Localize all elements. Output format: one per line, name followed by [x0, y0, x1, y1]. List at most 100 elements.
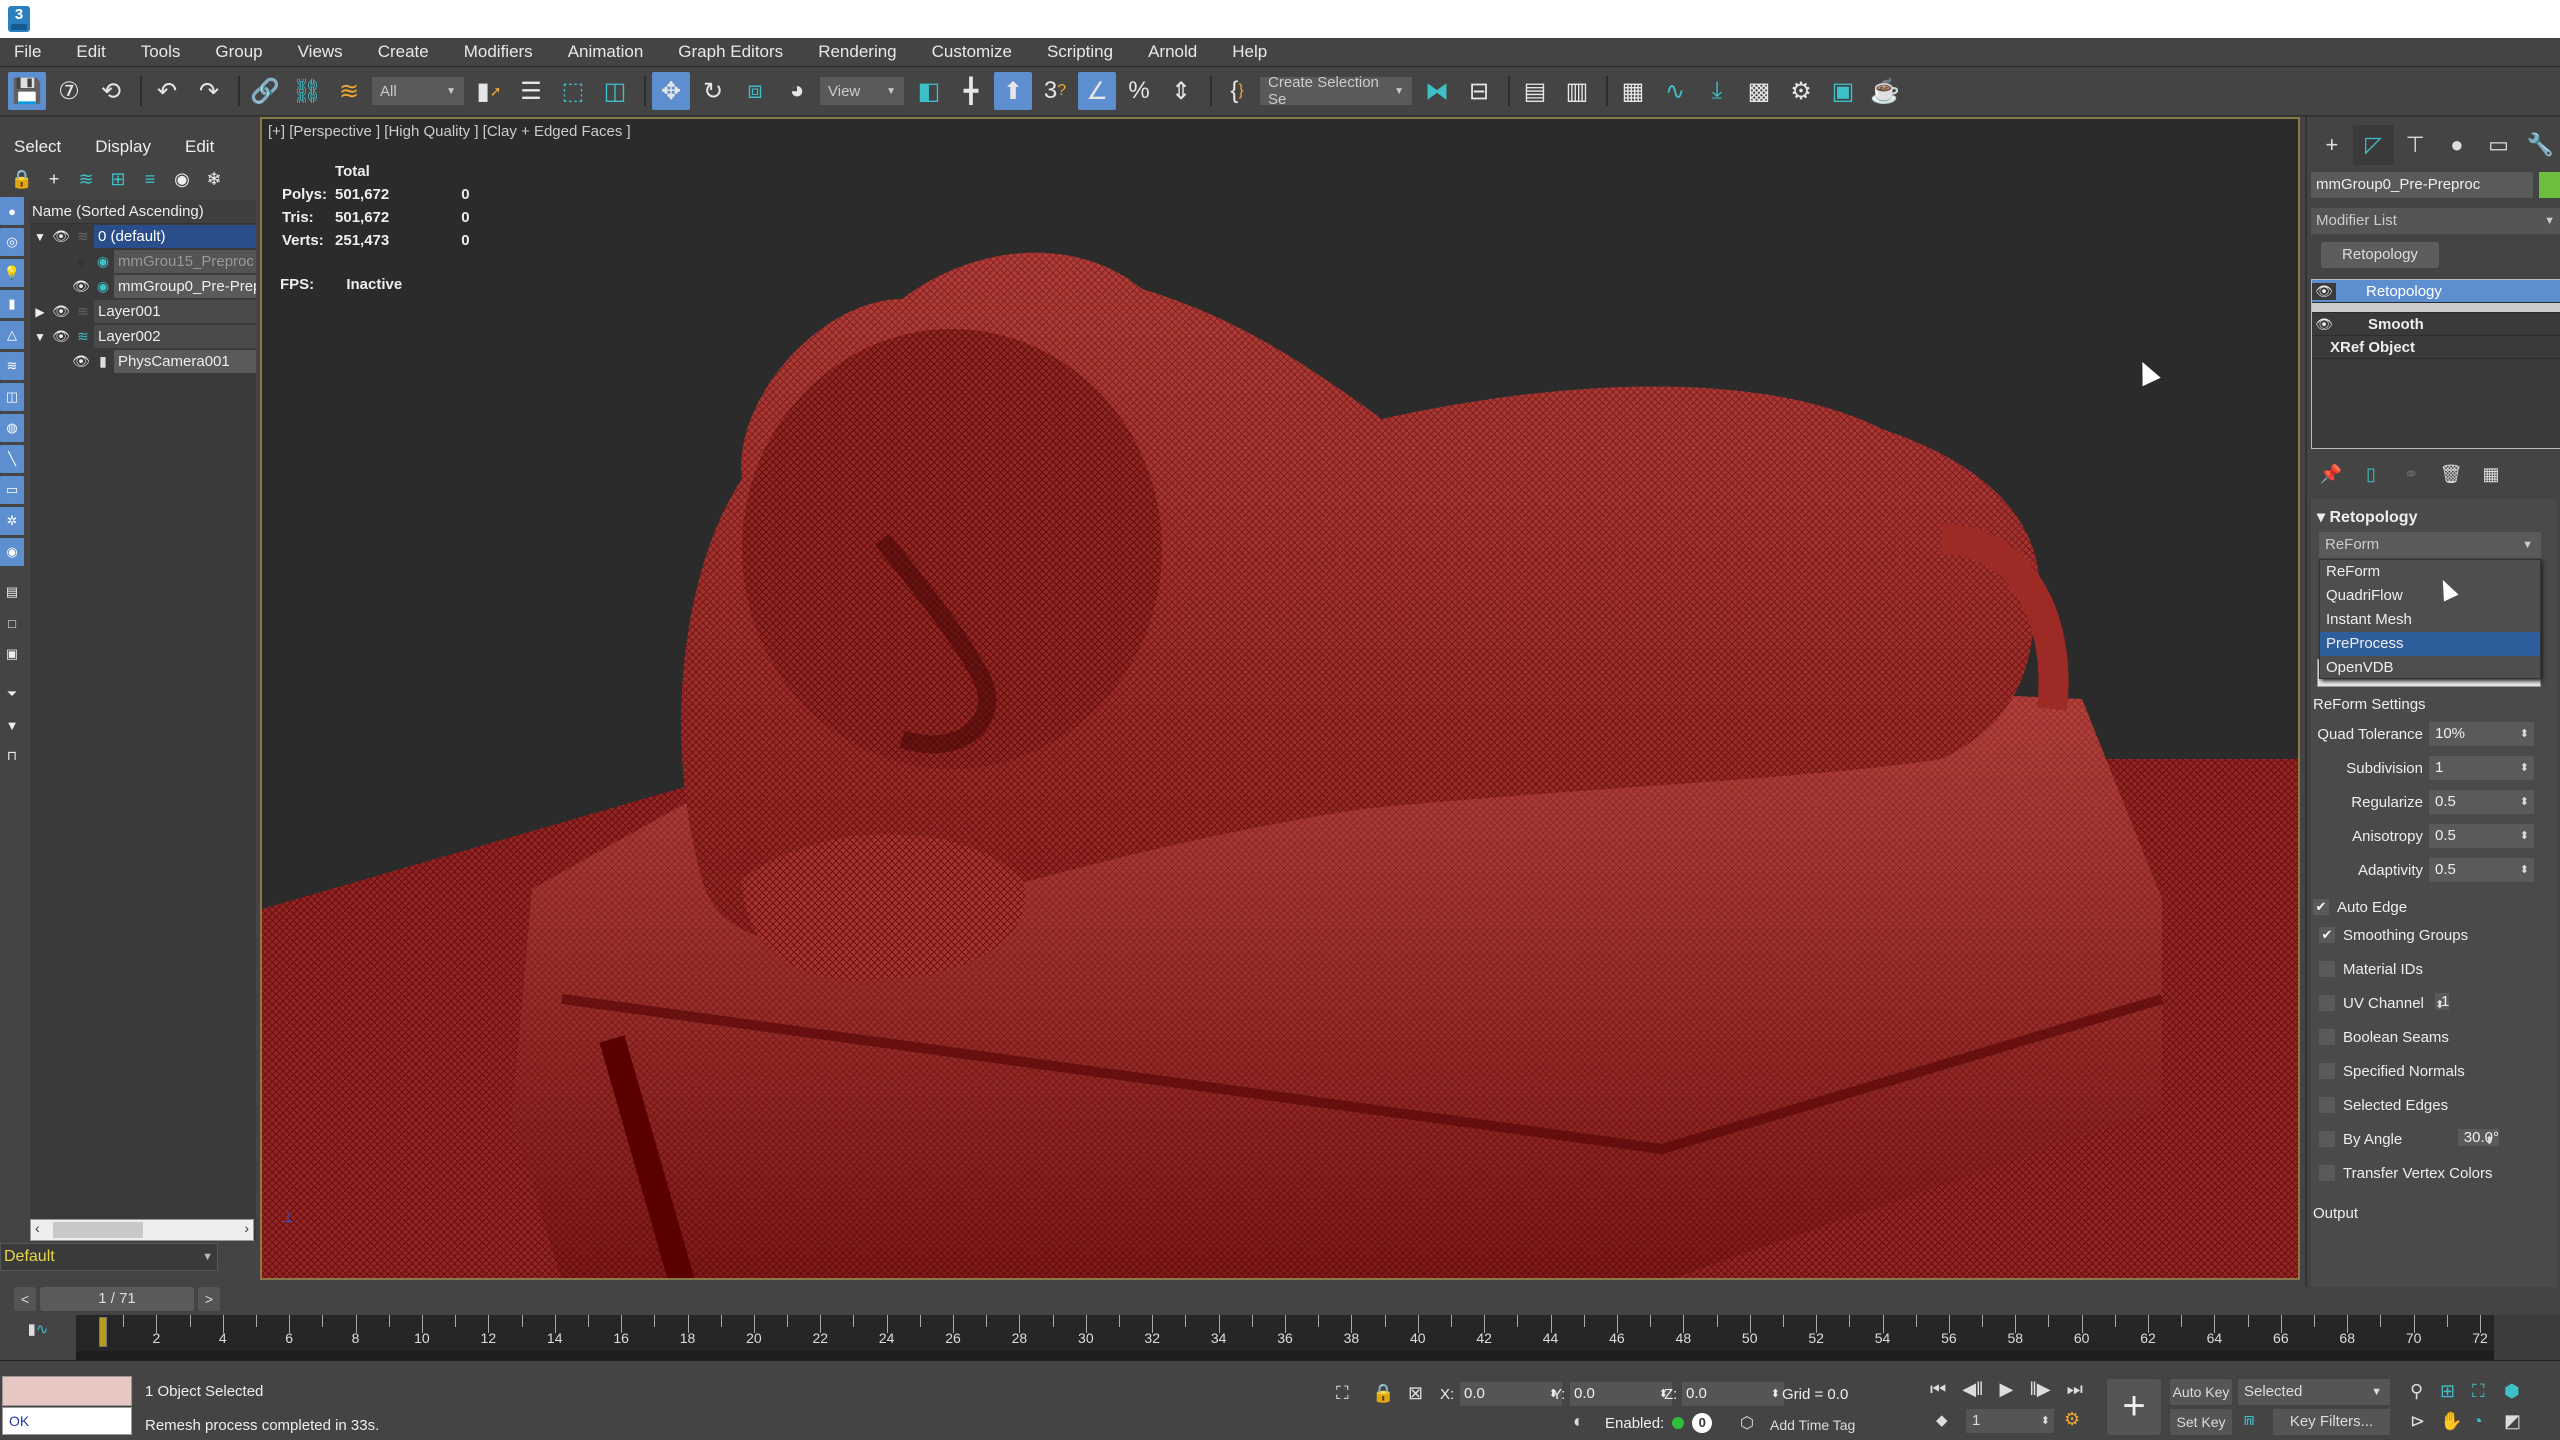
- hierarchy-tab-icon[interactable]: ⊤: [2394, 125, 2436, 165]
- goto-end-icon[interactable]: ⏭: [2067, 1379, 2083, 1400]
- checkbox-checked-icon[interactable]: ✔: [2319, 927, 2335, 943]
- dropdown-option-quadriflow[interactable]: QuadriFlow: [2320, 584, 2540, 608]
- stack-item-retopology[interactable]: 👁 Retopology: [2312, 280, 2560, 303]
- autobackup-icon[interactable]: ⟲: [92, 72, 130, 110]
- material-ids-checkbox[interactable]: Material IDs: [2319, 957, 2423, 981]
- time-slider-handle[interactable]: [99, 1317, 108, 1347]
- xrefs-filter-icon[interactable]: ◍: [0, 414, 24, 442]
- hide-layer-icon[interactable]: ◉: [166, 164, 198, 194]
- spinner-arrows-icon[interactable]: ⬍: [2485, 1129, 2494, 1153]
- helpers-filter-icon[interactable]: △: [0, 321, 24, 349]
- quad-tolerance-spinner[interactable]: 10% ⬍: [2429, 722, 2534, 746]
- explorer-tab-display[interactable]: Display: [95, 137, 151, 157]
- stack-item-xref-object[interactable]: XRef Object: [2312, 336, 2560, 359]
- percent-snap-icon[interactable]: %: [1120, 72, 1158, 110]
- retopology-quick-button[interactable]: Retopology: [2321, 242, 2439, 268]
- z-coordinate-field[interactable]: 0.0 ⬍: [1682, 1382, 1784, 1406]
- layer-dropdown[interactable]: Default ▼: [0, 1243, 218, 1271]
- containers-filter-icon[interactable]: ▭: [0, 476, 24, 504]
- orbit-icon[interactable]: ◔: [2472, 1411, 2483, 1432]
- pivot-icon[interactable]: ◧: [910, 72, 948, 110]
- undo-icon[interactable]: ↶: [148, 72, 186, 110]
- expand-toggle-icon[interactable]: ▶: [30, 305, 50, 319]
- regularize-spinner[interactable]: 0.5 ⬍: [2429, 790, 2534, 814]
- selected-edges-checkbox[interactable]: Selected Edges: [2319, 1093, 2448, 1117]
- menu-arnold[interactable]: Arnold: [1148, 42, 1197, 62]
- select-by-name-icon[interactable]: ☰: [512, 72, 550, 110]
- anisotropy-spinner[interactable]: 0.5 ⬍: [2429, 824, 2534, 848]
- adaptive-degradation-icon[interactable]: ◐: [1573, 1411, 1584, 1432]
- rect-region-icon[interactable]: ⬚: [554, 72, 592, 110]
- spinner-arrows-icon[interactable]: ⬍: [2041, 1409, 2050, 1433]
- scroll-left-icon[interactable]: ‹: [35, 1220, 40, 1236]
- tree-row-camera[interactable]: 👁 ▮ PhysCamera001: [30, 349, 256, 374]
- key-selection-set-dropdown[interactable]: Selected ▼: [2238, 1379, 2390, 1405]
- spinner-arrows-icon[interactable]: ⬍: [2435, 993, 2444, 1017]
- filter-settings-icon[interactable]: ⏷: [0, 680, 24, 708]
- prev-frame-button[interactable]: <: [14, 1287, 36, 1311]
- make-unique-icon[interactable]: ⚭: [2391, 464, 2431, 485]
- layer-explorer-icon[interactable]: ▥: [1558, 72, 1596, 110]
- maxscript-listener-output[interactable]: OK: [2, 1407, 132, 1435]
- menu-views[interactable]: Views: [298, 42, 343, 62]
- auto-edge-checkbox[interactable]: ✔ Auto Edge: [2313, 895, 2407, 919]
- explorer-tab-edit[interactable]: Edit: [185, 137, 214, 157]
- render-icon[interactable]: ☕: [1866, 72, 1904, 110]
- bind-spacewarp-icon[interactable]: ≋: [330, 72, 368, 110]
- material-editor-icon[interactable]: ▩: [1740, 72, 1778, 110]
- angle-snap-icon[interactable]: ∠: [1078, 72, 1116, 110]
- recent-icon[interactable]: ⑦: [50, 72, 88, 110]
- visibility-eye-icon[interactable]: 👁: [50, 303, 72, 320]
- coord-system-dropdown[interactable]: View ▼: [820, 77, 904, 105]
- key-filters-button[interactable]: Key Filters...: [2273, 1409, 2390, 1435]
- tree-row-object[interactable]: 👁 ◉ mmGroup0_Pre-Prep: [30, 274, 256, 299]
- menu-help[interactable]: Help: [1232, 42, 1267, 62]
- visibility-eye-icon[interactable]: 👁: [70, 278, 92, 295]
- rollout-title[interactable]: ▾ Retopology: [2317, 507, 2417, 527]
- time-configuration-icon[interactable]: ⚙: [2064, 1409, 2080, 1430]
- placement-icon[interactable]: ◕: [778, 72, 816, 110]
- redo-icon[interactable]: ↷: [190, 72, 228, 110]
- display-tab-icon[interactable]: ▭: [2478, 125, 2520, 165]
- method-dropdown[interactable]: ReForm ▼: [2319, 532, 2541, 558]
- frame-counter[interactable]: 1 / 71: [40, 1287, 194, 1311]
- spacewarps-filter-icon[interactable]: ≋: [0, 352, 24, 380]
- menu-rendering[interactable]: Rendering: [818, 42, 896, 62]
- modify-tab-icon[interactable]: ◸: [2352, 125, 2395, 165]
- menu-tools[interactable]: Tools: [141, 42, 181, 62]
- container-icon[interactable]: ⊓: [0, 742, 24, 770]
- maxscript-listener-input[interactable]: [2, 1376, 132, 1406]
- scene-explorer-icon[interactable]: ▤: [1516, 72, 1554, 110]
- scale-icon[interactable]: ⧈: [736, 72, 774, 110]
- layers-icon[interactable]: ≡: [134, 164, 166, 194]
- freeze-layer-icon[interactable]: ❄: [198, 164, 230, 194]
- spinner-arrows-icon[interactable]: ⬍: [2520, 722, 2529, 746]
- dropdown-option-reform[interactable]: ReForm: [2320, 560, 2540, 584]
- uv-channel-checkbox[interactable]: UV Channel: [2319, 991, 2424, 1015]
- menu-scripting[interactable]: Scripting: [1047, 42, 1113, 62]
- current-frame-field[interactable]: 1 ⬍: [1966, 1409, 2054, 1433]
- modifier-eye-icon[interactable]: 👁: [2312, 282, 2336, 300]
- rotate-icon[interactable]: ↻: [694, 72, 732, 110]
- time-tag-icon[interactable]: ⬡: [1740, 1413, 1754, 1433]
- x-coordinate-field[interactable]: 0.0 ⬍: [1460, 1382, 1562, 1406]
- pan-view-icon[interactable]: ✋: [2440, 1411, 2462, 1432]
- add-time-tag-button[interactable]: Add Time Tag: [1770, 1417, 1855, 1433]
- checkbox-icon[interactable]: [2319, 1165, 2335, 1181]
- align-icon[interactable]: ⊟: [1460, 72, 1498, 110]
- dropdown-option-openvdb[interactable]: OpenVDB: [2320, 656, 2540, 680]
- default-in-out-tangents-icon[interactable]: ⩎: [2244, 1409, 2254, 1430]
- edit-named-sel-icon[interactable]: {}: [1218, 72, 1256, 110]
- expand-toggle-icon[interactable]: ▼: [30, 330, 50, 344]
- menu-file[interactable]: File: [14, 42, 41, 62]
- y-coordinate-field[interactable]: 0.0 ⬍: [1570, 1382, 1672, 1406]
- visibility-eye-icon[interactable]: 👁: [50, 228, 72, 245]
- menu-create[interactable]: Create: [378, 42, 429, 62]
- perspective-viewport[interactable]: [+] [Perspective ] [High Quality ] [Clay…: [260, 117, 2300, 1280]
- checkbox-icon[interactable]: [2319, 1097, 2335, 1113]
- spinner-snap-icon[interactable]: ⇕: [1162, 72, 1200, 110]
- motion-tab-icon[interactable]: ●: [2436, 125, 2478, 165]
- new-layer-icon[interactable]: +: [38, 164, 70, 194]
- checkbox-icon[interactable]: [2319, 1029, 2335, 1045]
- next-key-icon[interactable]: ‖▶: [2029, 1379, 2050, 1400]
